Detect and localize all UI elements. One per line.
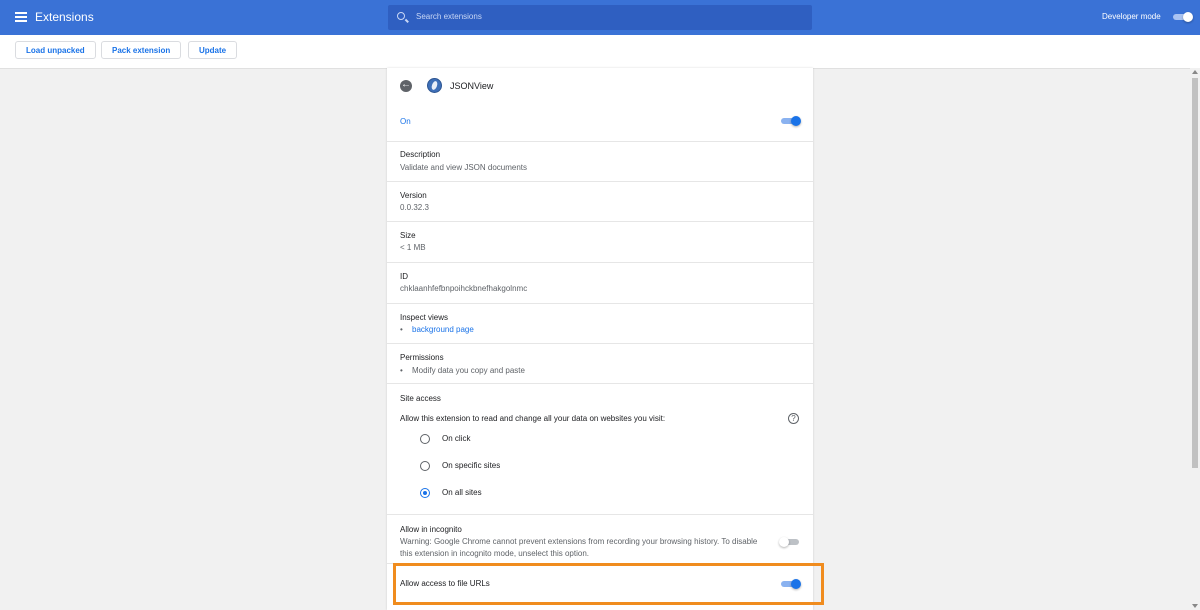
page-title: Extensions (35, 10, 94, 24)
details-header: JSONView (387, 68, 813, 104)
app-header: Extensions Search extensions Developer m… (0, 0, 1200, 35)
bullet: • (400, 366, 403, 375)
scrollbar[interactable] (1190, 68, 1200, 610)
description-value: Validate and view JSON documents (400, 163, 528, 172)
menu-icon[interactable] (15, 12, 27, 22)
bullet: • (400, 325, 403, 334)
toolbar: Load unpacked Pack extension Update (0, 35, 1200, 69)
developer-mode-label: Developer mode (1102, 12, 1161, 21)
inspect-views-label: Inspect views (400, 313, 449, 322)
extension-details-card: JSONView On Description Validate and vie… (387, 68, 813, 610)
description-row: Description Validate and view JSON docum… (387, 142, 813, 182)
size-label: Size (400, 231, 416, 240)
enabled-row: On (387, 104, 813, 142)
version-row: Version 0.0.32.3 (387, 182, 813, 222)
enable-toggle[interactable] (779, 115, 801, 127)
id-row: ID chklaanhfefbnpoihckbnefhakgolnmc (387, 263, 813, 304)
incognito-row: Allow in incognito Warning: Google Chrom… (387, 515, 813, 563)
radio-on-all-sites[interactable] (420, 488, 430, 498)
scroll-up-arrow-icon[interactable] (1192, 70, 1198, 74)
scroll-thumb[interactable] (1192, 78, 1198, 468)
search-input[interactable]: Search extensions (388, 5, 812, 30)
permissions-row: Permissions • Modify data you copy and p… (387, 344, 813, 384)
pack-extension-button[interactable]: Pack extension (101, 41, 182, 59)
permission-item: Modify data you copy and paste (412, 366, 525, 375)
site-access-row: Site access Allow this extension to read… (387, 384, 813, 515)
update-button[interactable]: Update (188, 41, 238, 59)
search-placeholder: Search extensions (416, 12, 482, 21)
load-unpacked-button[interactable]: Load unpacked (15, 41, 96, 59)
incognito-label: Allow in incognito (400, 525, 462, 534)
size-row: Size < 1 MB (387, 222, 813, 263)
site-access-label: Site access (400, 394, 441, 403)
extension-logo-icon (427, 78, 442, 93)
id-value: chklaanhfefbnpoihckbnefhakgolnmc (400, 284, 528, 293)
extension-name: JSONView (450, 81, 494, 91)
inspect-views-row: Inspect views • background page (387, 304, 813, 344)
search-icon (397, 12, 405, 20)
radio-on-specific-sites-label: On specific sites (442, 461, 501, 470)
version-label: Version (400, 191, 427, 200)
radio-on-click-label: On click (442, 434, 471, 443)
permissions-label: Permissions (400, 353, 444, 362)
developer-mode-toggle[interactable] (1171, 11, 1193, 23)
size-value: < 1 MB (400, 243, 426, 252)
site-access-prompt: Allow this extension to read and change … (400, 414, 666, 423)
help-icon[interactable]: ? (788, 413, 799, 424)
scroll-down-arrow-icon[interactable] (1192, 604, 1198, 608)
version-value: 0.0.32.3 (400, 203, 429, 212)
enabled-status: On (400, 117, 411, 126)
incognito-toggle[interactable] (779, 536, 801, 548)
description-label: Description (400, 150, 441, 159)
radio-on-click[interactable] (420, 434, 430, 444)
back-arrow-icon[interactable] (400, 79, 412, 92)
background-page-link[interactable]: background page (412, 325, 474, 334)
radio-on-all-sites-label: On all sites (442, 488, 482, 497)
radio-on-specific-sites[interactable] (420, 461, 430, 471)
incognito-warning-line-1: Warning: Google Chrome cannot prevent ex… (400, 537, 758, 546)
id-label: ID (400, 272, 408, 281)
highlight-box (393, 563, 824, 605)
incognito-warning-line-2: this extension in incognito mode, unsele… (400, 549, 590, 558)
